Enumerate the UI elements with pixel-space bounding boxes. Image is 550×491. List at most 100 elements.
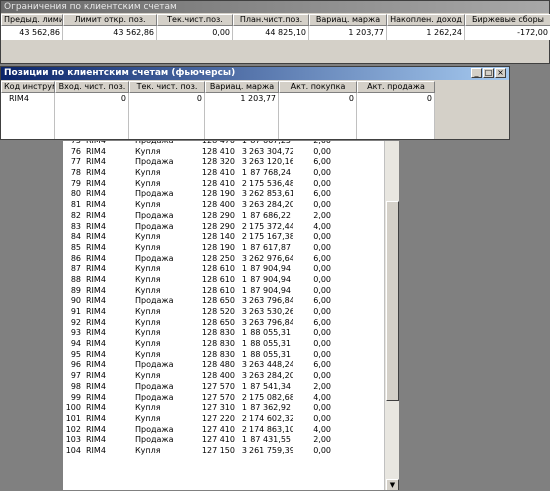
- cell-row-number: 81: [70, 200, 81, 210]
- close-button[interactable]: ×: [495, 68, 506, 78]
- cell-instrument: RIM4: [86, 392, 106, 402]
- col-header[interactable]: Тек.чист.поз.: [157, 14, 233, 26]
- col-header[interactable]: Биржевые сборы: [465, 14, 550, 26]
- cell-fee: 0,00: [313, 168, 331, 178]
- cell-fee: 6,00: [313, 253, 331, 263]
- table-row[interactable]: 76 RIM4 Купля 128 410 3 263 304,72 0,00: [63, 147, 399, 158]
- table-row[interactable]: 95 RIM4 Купля 128 830 1 88 055,31 0,00: [63, 350, 399, 361]
- col-header[interactable]: Акт. покупка: [279, 81, 357, 93]
- cell-price: 127 410: [201, 424, 235, 434]
- cell-quantity: 2: [241, 424, 247, 434]
- table-row[interactable]: 97 RIM4 Купля 128 400 3 263 284,20 0,00: [63, 371, 399, 382]
- cell-fee: 6,00: [313, 360, 331, 370]
- table-row[interactable]: 93 RIM4 Купля 128 830 1 88 055,31 0,00: [63, 328, 399, 339]
- table-row[interactable]: 101 RIM4 Купля 127 220 2 174 602,32 0,00: [63, 414, 399, 425]
- table-row[interactable]: 102 RIM4 Продажа 127 410 2 174 863,10 4,00: [63, 425, 399, 436]
- cell-operation: Купля: [135, 445, 161, 455]
- col-header[interactable]: Вход. чист. поз.: [55, 81, 129, 93]
- cell-operation: Купля: [135, 232, 161, 242]
- cell-fee: 6,00: [313, 317, 331, 327]
- cell-instrument: RIM4: [86, 403, 106, 413]
- col-header[interactable]: Предыд. лимит откр: [1, 14, 63, 26]
- cell-operation: Купля: [135, 371, 161, 381]
- table-row[interactable]: 92 RIM4 Купля 128 650 3 263 796,84 6,00: [63, 318, 399, 329]
- cell-row-number: 83: [70, 221, 81, 231]
- cell-price: 128 190: [201, 189, 235, 199]
- table-row[interactable]: 96 RIM4 Продажа 128 480 3 263 448,24 6,00: [63, 360, 399, 371]
- positions-header-row: Код инструм Вход. чист. поз. Тек. чист. …: [1, 81, 435, 93]
- cell-quantity: 3: [241, 157, 247, 167]
- table-row[interactable]: 100 RIM4 Купля 127 310 1 87 362,92 0,00: [63, 403, 399, 414]
- table-row[interactable]: 84 RIM4 Купля 128 140 2 175 167,38 0,00: [63, 232, 399, 243]
- cell-quantity: 3: [241, 189, 247, 199]
- cell-row-number: 86: [70, 253, 81, 263]
- cell-amount: 263 448,24: [249, 360, 293, 370]
- cell-quantity: 1: [241, 339, 247, 349]
- trades-table[interactable]: 75 RIM4 Продажа 128 470 1 87 667,25 2,00 76 RIM4…: [62, 140, 400, 491]
- cell-amount: 262 853,61: [249, 189, 293, 199]
- table-row[interactable]: 83 RIM4 Продажа 128 290 2 175 372,44 4,00: [63, 222, 399, 233]
- cell-amount: 263 284,20: [249, 371, 293, 381]
- cell-quantity: 1: [241, 168, 247, 178]
- positions-title: Позиции по клиентским счетам (фьючерсы): [1, 67, 509, 80]
- limits-value-row[interactable]: 43 562,86 43 562,86 0,00 44 825,10 1 203…: [1, 26, 550, 40]
- cell-amount: 88 055,31: [250, 328, 291, 338]
- cell-instrument: RIM4: [86, 210, 106, 220]
- col-header[interactable]: Накоплен. доход: [387, 14, 465, 26]
- cell-amount: 263 796,84: [249, 296, 293, 306]
- scroll-down-button[interactable]: ▼: [386, 479, 399, 490]
- cell-quantity: 2: [241, 413, 247, 423]
- cell-instrument: RIM4: [86, 445, 106, 455]
- cell-operation: Купля: [135, 178, 161, 188]
- table-row[interactable]: 99 RIM4 Продажа 127 570 2 175 082,68 4,00: [63, 393, 399, 404]
- positions-value: 0: [129, 93, 205, 139]
- cell-price: 128 610: [201, 285, 235, 295]
- col-header[interactable]: Тек. чист. поз.: [129, 81, 205, 93]
- table-row[interactable]: 82 RIM4 Продажа 128 290 1 87 686,22 2,00: [63, 211, 399, 222]
- positions-window[interactable]: Позиции по клиентским счетам (фьючерсы) …: [0, 66, 510, 140]
- table-row[interactable]: 103 RIM4 Продажа 127 410 1 87 431,55 2,00: [63, 435, 399, 446]
- cell-fee: 0,00: [313, 403, 331, 413]
- table-row[interactable]: 78 RIM4 Купля 128 410 1 87 768,24 0,00: [63, 168, 399, 179]
- table-row[interactable]: 81 RIM4 Купля 128 400 3 263 284,20 0,00: [63, 200, 399, 211]
- table-row[interactable]: 91 RIM4 Купля 128 520 3 263 530,26 0,00: [63, 307, 399, 318]
- positions-value-row[interactable]: RIM4 0 0 1 203,77 0 0: [1, 93, 435, 139]
- table-row[interactable]: 85 RIM4 Купля 128 190 1 87 617,87 0,00: [63, 243, 399, 254]
- table-row[interactable]: 98 RIM4 Продажа 127 570 1 87 541,34 2,00: [63, 382, 399, 393]
- col-header[interactable]: Вариац. маржа: [309, 14, 387, 26]
- cell-price: 128 650: [201, 317, 235, 327]
- table-row[interactable]: 87 RIM4 Купля 128 610 1 87 904,94 0,00: [63, 264, 399, 275]
- cell-operation: Продажа: [135, 189, 174, 199]
- col-header[interactable]: План.чист.поз.: [233, 14, 309, 26]
- cell-amount: 87 768,24: [250, 168, 291, 178]
- cell-amount: 87 541,34: [250, 381, 291, 391]
- cell-fee: 0,00: [313, 285, 331, 295]
- table-row[interactable]: 94 RIM4 Купля 128 830 1 88 055,31 0,00: [63, 339, 399, 350]
- minimize-button[interactable]: _: [471, 68, 482, 78]
- vertical-scrollbar[interactable]: ▼: [384, 141, 399, 490]
- instrument-code: RIM4: [1, 93, 55, 139]
- scroll-thumb[interactable]: [386, 201, 399, 401]
- col-header[interactable]: Акт. продажа: [357, 81, 435, 93]
- table-row[interactable]: 90 RIM4 Продажа 128 650 3 263 796,84 6,00: [63, 296, 399, 307]
- table-row[interactable]: 88 RIM4 Купля 128 610 1 87 904,94 0,00: [63, 275, 399, 286]
- col-header[interactable]: Лимит откр. поз.: [63, 14, 157, 26]
- limits-window[interactable]: Ограничения по клиентским счетам Предыд.…: [0, 0, 550, 64]
- table-row[interactable]: 86 RIM4 Продажа 128 250 3 262 976,64 6,00: [63, 254, 399, 265]
- positions-value: 0: [55, 93, 129, 139]
- cell-fee: 4,00: [313, 392, 331, 402]
- table-row[interactable]: 104 RIM4 Купля 127 150 3 261 759,39 0,00: [63, 446, 399, 457]
- col-header[interactable]: Вариац. маржа: [205, 81, 279, 93]
- limits-value: 0,00: [157, 26, 233, 40]
- cell-fee: 6,00: [313, 296, 331, 306]
- table-row[interactable]: 79 RIM4 Купля 128 410 2 175 536,48 0,00: [63, 179, 399, 190]
- table-row[interactable]: 89 RIM4 Купля 128 610 1 87 904,94 0,00: [63, 286, 399, 297]
- cell-operation: Продажа: [135, 157, 174, 167]
- table-row[interactable]: 75 RIM4 Продажа 128 470 1 87 667,25 2,00: [63, 141, 399, 147]
- table-row[interactable]: 80 RIM4 Продажа 128 190 3 262 853,61 6,00: [63, 189, 399, 200]
- col-header[interactable]: Код инструм: [1, 81, 55, 93]
- table-row[interactable]: 77 RIM4 Продажа 128 320 3 263 120,16 6,00: [63, 157, 399, 168]
- maximize-button[interactable]: □: [483, 68, 494, 78]
- minimize-icon: _: [474, 68, 479, 77]
- cell-price: 128 290: [201, 210, 235, 220]
